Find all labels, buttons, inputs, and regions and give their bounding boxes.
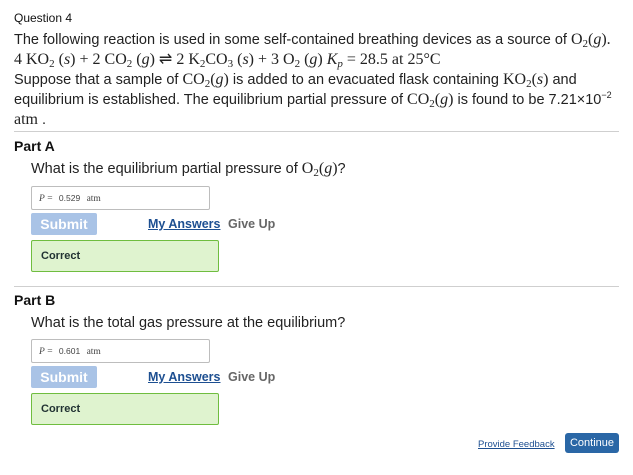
unit-atm: atm (14, 111, 38, 128)
provide-feedback-link[interactable]: Provide Feedback (478, 439, 555, 450)
part-a-title: Part A (14, 138, 55, 154)
answer-variable: P (39, 194, 45, 204)
intro-line-5: atm . (14, 110, 626, 130)
prompt-text: ? (337, 161, 346, 177)
intro-text: Suppose that a sample of (14, 72, 183, 88)
divider (14, 131, 619, 132)
answer-variable: P (39, 347, 45, 357)
continue-button[interactable]: Continue (565, 433, 619, 453)
intro-line-3: Suppose that a sample of CO2(g) is added… (14, 70, 626, 90)
part-a-prompt: What is the equilibrium partial pressure… (31, 160, 346, 179)
intro-text: . (38, 112, 47, 128)
part-a-answer-field[interactable]: P = 0.529 atm (31, 186, 210, 210)
species-o2: O2(g) (301, 160, 338, 179)
question-intro: The following reaction is used in some s… (14, 30, 626, 130)
part-a-submit-button[interactable]: Submit (31, 213, 97, 235)
prompt-text: What is the equilibrium partial pressure… (31, 161, 302, 177)
intro-line-1: The following reaction is used in some s… (14, 30, 626, 50)
answer-value: 0.529 (58, 193, 81, 203)
part-b-correct-badge: Correct (31, 393, 219, 425)
part-b-prompt: What is the total gas pressure at the eq… (31, 315, 346, 331)
intro-text: and (548, 72, 577, 88)
species-co2: CO2(g) (407, 91, 454, 110)
part-b-answer-field[interactable]: P = 0.601 atm (31, 339, 210, 363)
part-a-give-up-link[interactable]: Give Up (228, 217, 275, 231)
answer-value: 0.601 (58, 346, 81, 356)
answer-unit: atm (86, 347, 101, 357)
answer-equals: = (47, 347, 53, 357)
part-a-correct-badge: Correct (31, 240, 219, 272)
part-b-submit-button[interactable]: Submit (31, 366, 97, 388)
part-b-my-answers-link[interactable]: My Answers (148, 370, 220, 384)
intro-text: is added to an evacuated flask containin… (228, 72, 503, 88)
intro-line-4: equilibrium is established. The equilibr… (14, 90, 626, 110)
intro-text: equilibrium is established. The equilibr… (14, 92, 408, 108)
reaction-equation: 4 KO2 (s) + 2 CO2 (g) ⇌ 2 K2CO3 (s) + 3 … (14, 51, 441, 70)
question-label: Question 4 (14, 11, 73, 25)
species-o2: O2(g). (570, 31, 611, 50)
part-b-title: Part B (14, 292, 56, 308)
exponent: −2 (601, 90, 612, 100)
intro-text: The following reaction is used in some s… (14, 32, 571, 48)
species-co2: CO2(g) (182, 71, 229, 90)
species-ko2: KO2(s) (502, 71, 549, 90)
answer-equals: = (47, 194, 53, 204)
answer-unit: atm (86, 194, 101, 204)
part-b-give-up-link[interactable]: Give Up (228, 370, 275, 384)
intro-text: is found to be 7.21×10 (453, 92, 602, 108)
divider (14, 286, 619, 287)
part-a-my-answers-link[interactable]: My Answers (148, 217, 220, 231)
